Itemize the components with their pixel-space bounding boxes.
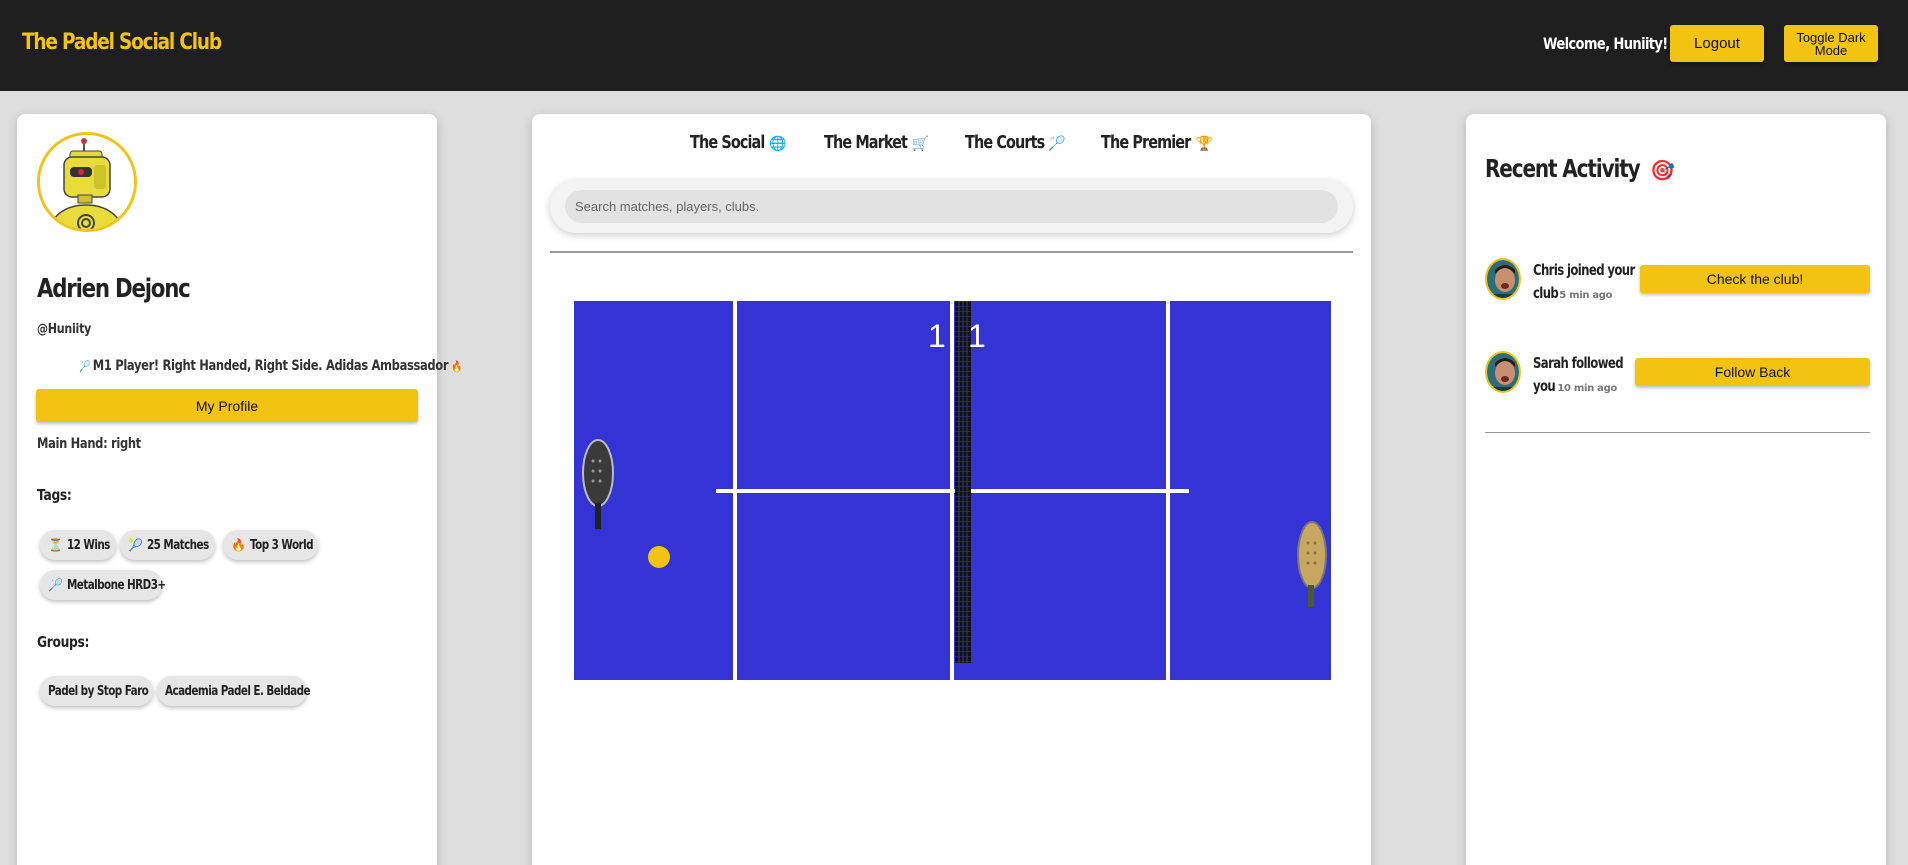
globe-icon: 🌐 — [769, 135, 787, 151]
robot-avatar-icon — [40, 135, 134, 229]
profile-name: Adrien Dejonc — [37, 274, 191, 304]
tags-heading: Tags: — [37, 486, 72, 504]
profile-card: Adrien Dejonc @Huniity 🏸 M1 Player! Righ… — [17, 114, 462, 865]
group-chip[interactable]: Academia Padel E. Beldade — [157, 676, 311, 706]
activity-time: 10 min ago — [1557, 383, 1617, 394]
padel-game[interactable]: 1 1 — [574, 301, 1331, 680]
ball — [648, 546, 670, 568]
welcome-message: Welcome, Huniity! — [1543, 34, 1668, 53]
fire-icon: 🔥 — [231, 538, 246, 552]
check-club-button[interactable]: Check the club! — [1640, 265, 1870, 293]
racket-icon: 🏸 — [79, 361, 90, 373]
fire-icon: 🔥 — [451, 361, 462, 373]
search-bar — [550, 180, 1353, 233]
tag-label: Metalbone HRD3+ — [66, 577, 166, 593]
recent-activity-card: Recent Activity 🎯 Chris joined your club5… — [1466, 114, 1886, 865]
main-hand-label: Main Hand: right — [37, 436, 141, 452]
racket-icon: 🏸 — [1048, 135, 1066, 151]
brand-logo-text[interactable]: The Padel Social Club — [22, 30, 222, 55]
tag-label: Top 3 World — [249, 537, 314, 553]
tag-chip[interactable]: 🏸 Metalbone HRD3+ — [40, 570, 166, 600]
my-profile-button[interactable]: My Profile — [36, 389, 418, 422]
logout-button[interactable]: Logout — [1670, 25, 1764, 62]
activity-item: Chris joined your club5 min ago Check th… — [1485, 258, 1870, 308]
activity-line: Sarah followed — [1533, 354, 1624, 372]
tag-label: 12 Wins — [66, 537, 110, 553]
avatar[interactable] — [1485, 351, 1521, 393]
activity-title-text: Recent Activity — [1485, 154, 1641, 183]
activity-text: Sarah followed you 10 min ago — [1533, 351, 1643, 401]
tag-chip[interactable]: ⏳ 12 Wins — [40, 530, 116, 560]
group-label: Academia Padel E. Beldade — [165, 683, 311, 699]
hourglass-icon: ⏳ — [48, 538, 63, 552]
divider — [1485, 432, 1870, 433]
user-photo-icon — [1487, 260, 1519, 298]
tab-the-market[interactable]: The Market 🛒 — [824, 132, 929, 153]
racket-icon: 🏸 — [48, 578, 63, 592]
trophy-icon: 🏆 — [1195, 135, 1214, 151]
activity-title: Recent Activity 🎯 — [1485, 154, 1675, 184]
target-icon: 🎯 — [1650, 160, 1675, 182]
group-chip[interactable]: Padel by Stop Faro — [40, 676, 153, 706]
tab-label: The Social — [690, 132, 765, 153]
score-right: 1 — [968, 318, 986, 354]
avatar[interactable] — [1485, 258, 1521, 300]
profile-bio: 🏸 M1 Player! Right Handed, Right Side. A… — [79, 357, 462, 374]
tab-the-social[interactable]: The Social 🌐 — [690, 132, 787, 153]
group-label: Padel by Stop Faro — [48, 683, 149, 699]
groups-heading: Groups: — [37, 633, 90, 651]
top-header: The Padel Social Club Welcome, Huniity! … — [0, 0, 1908, 91]
activity-line: Chris joined your — [1533, 261, 1635, 279]
user-photo-icon — [1487, 353, 1519, 391]
activity-line: you — [1533, 377, 1556, 395]
divider — [550, 251, 1353, 253]
tab-the-premier[interactable]: The Premier 🏆 — [1101, 132, 1213, 153]
net — [950, 301, 971, 680]
tag-label: 25 Matches — [146, 537, 209, 553]
search-input[interactable] — [565, 190, 1338, 223]
avatar[interactable] — [37, 132, 137, 232]
tab-label: The Premier — [1101, 132, 1191, 153]
follow-back-button[interactable]: Follow Back — [1635, 358, 1870, 386]
tab-label: The Courts — [965, 132, 1045, 153]
tag-chip[interactable]: 🔥 Top 3 World — [223, 530, 318, 560]
profile-handle: @Huniity — [37, 322, 92, 337]
tab-label: The Market — [824, 132, 908, 153]
main-feed-card: The Social 🌐 The Market 🛒 The Courts 🏸 The … — [532, 114, 1371, 865]
padel-court[interactable]: 1 1 — [574, 301, 1331, 680]
activity-text: Chris joined your club5 min ago — [1533, 258, 1643, 308]
tag-chip[interactable]: 🎾 25 Matches — [120, 530, 215, 560]
nav-tabs: The Social 🌐 The Market 🛒 The Courts 🏸 The … — [532, 132, 1371, 162]
activity-time: 5 min ago — [1559, 290, 1613, 301]
activity-line: club — [1533, 284, 1559, 302]
bio-text: M1 Player! Right Handed, Right Side. Adi… — [92, 358, 449, 374]
score-left: 1 — [928, 318, 946, 354]
tab-the-courts[interactable]: The Courts 🏸 — [965, 132, 1066, 153]
toggle-dark-mode-button[interactable]: Toggle Dark Mode — [1784, 25, 1878, 62]
activity-item: Sarah followed you 10 min ago Follow Back — [1485, 351, 1870, 401]
cart-icon: 🛒 — [911, 135, 930, 151]
tennis-ball-icon: 🎾 — [128, 538, 143, 552]
